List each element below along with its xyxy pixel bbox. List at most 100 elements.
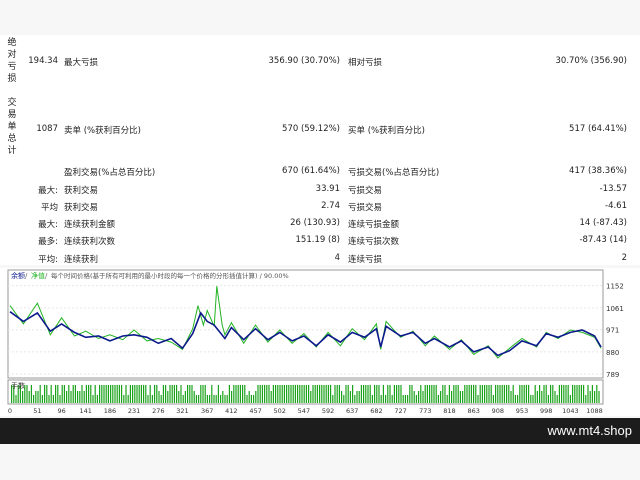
volume-bar bbox=[134, 385, 136, 403]
x-tick-label: 998 bbox=[540, 407, 552, 415]
volume-bar bbox=[270, 391, 272, 403]
volume-bar bbox=[195, 395, 197, 403]
volume-bar bbox=[178, 391, 180, 403]
section-char: 损 bbox=[7, 74, 17, 84]
volume-bar bbox=[459, 391, 461, 403]
volume-bar bbox=[180, 385, 182, 403]
volume-bar bbox=[356, 391, 358, 403]
volume-bar bbox=[90, 385, 92, 403]
volume-bar bbox=[290, 385, 292, 403]
volume-bar bbox=[173, 385, 175, 403]
volume-bar bbox=[552, 385, 554, 403]
volume-bar bbox=[118, 385, 120, 403]
row-label-average-profit: 获利交易 bbox=[64, 203, 99, 213]
row-label-max-drawdown: 最大亏损 bbox=[64, 58, 99, 68]
volume-bar bbox=[55, 385, 57, 403]
volume-bar bbox=[596, 385, 598, 403]
row-label-short-positions: 卖单 (%获利百分比) bbox=[64, 126, 141, 136]
volume-label: 手数 bbox=[11, 381, 25, 390]
volume-bar bbox=[565, 385, 567, 403]
volume-bar bbox=[246, 395, 248, 403]
volume-bar bbox=[556, 395, 558, 403]
volume-bar bbox=[121, 385, 123, 403]
volume-bar bbox=[206, 395, 208, 403]
volume-bar bbox=[264, 385, 266, 403]
row-value-loss-trades: 417 (38.36%) bbox=[569, 166, 627, 176]
volume-bar bbox=[371, 395, 373, 403]
volume-bar bbox=[46, 385, 48, 403]
volume-bar bbox=[561, 385, 563, 403]
volume-bar bbox=[136, 385, 138, 403]
volume-bar bbox=[226, 395, 228, 403]
volume-bar bbox=[358, 391, 360, 403]
volume-bar bbox=[431, 385, 433, 403]
row-prefix: 最大: bbox=[38, 220, 58, 230]
legend-equity: 净值 bbox=[31, 271, 45, 280]
volume-bar bbox=[77, 391, 79, 403]
row-value-average-profit: 2.74 bbox=[321, 201, 340, 211]
volume-bar bbox=[499, 385, 501, 403]
volume-bar bbox=[541, 391, 543, 403]
volume-bar bbox=[33, 395, 35, 403]
y-tick-label: 880 bbox=[606, 349, 619, 357]
volume-bar bbox=[488, 385, 490, 403]
volume-bar bbox=[365, 385, 367, 403]
volume-bar bbox=[70, 391, 72, 403]
volume-bar bbox=[138, 385, 140, 403]
row-label-max-consecutive-losses: 连续亏损次数 bbox=[348, 237, 400, 247]
volume-bar bbox=[517, 395, 519, 403]
volume-bar bbox=[486, 385, 488, 403]
volume-bar bbox=[319, 385, 321, 403]
volume-bar bbox=[145, 385, 147, 403]
volume-bar bbox=[22, 391, 24, 403]
volume-bar bbox=[451, 391, 453, 403]
volume-bar bbox=[107, 385, 109, 403]
row-label-relative-drawdown: 相对亏损 bbox=[348, 58, 383, 68]
volume-bar bbox=[165, 385, 167, 403]
row-value-max-consecutive-wins: 151.19 (8) bbox=[295, 235, 340, 245]
volume-bar bbox=[154, 385, 156, 403]
volume-bar bbox=[378, 385, 380, 403]
volume-bar bbox=[429, 385, 431, 403]
volume-bar bbox=[385, 395, 387, 403]
volume-bar bbox=[497, 385, 499, 403]
x-tick-label: 96 bbox=[57, 407, 65, 415]
volume-bar bbox=[352, 385, 354, 403]
volume-bar bbox=[475, 385, 477, 403]
volume-bar bbox=[187, 385, 189, 403]
volume-bar bbox=[574, 385, 576, 403]
volume-bar bbox=[204, 385, 206, 403]
volume-bar bbox=[158, 391, 160, 403]
volume-bar bbox=[598, 391, 600, 403]
volume-bar bbox=[382, 385, 384, 403]
volume-bar bbox=[50, 385, 52, 403]
balance-chart: 余额 / 净值 / 每个时间价格(基于所有可利用的最小时段的每一个价格的分形插值… bbox=[7, 269, 624, 415]
volume-bar bbox=[312, 385, 314, 403]
volume-bar bbox=[129, 385, 131, 403]
volume-bar bbox=[116, 385, 118, 403]
row-value-max-consecutive-loss: 14 (-87.43) bbox=[579, 218, 627, 228]
volume-bar bbox=[316, 385, 318, 403]
volume-bar bbox=[127, 395, 129, 403]
volume-bar bbox=[217, 385, 219, 403]
volume-bar bbox=[275, 385, 277, 403]
volume-bar bbox=[532, 395, 534, 403]
volume-bar bbox=[193, 391, 195, 403]
volume-bar bbox=[176, 385, 178, 403]
row-label-profit-trades: 盈利交易(%占总百分比) bbox=[64, 168, 156, 178]
volume-bar bbox=[455, 385, 457, 403]
volume-bar bbox=[374, 385, 376, 403]
row-label-max-consecutive-loss: 连续亏损金额 bbox=[348, 220, 400, 230]
volume-bar bbox=[231, 391, 233, 403]
volume-bar bbox=[323, 385, 325, 403]
volume-bar bbox=[330, 385, 332, 403]
volume-bar bbox=[422, 391, 424, 403]
x-tick-label: 727 bbox=[394, 407, 406, 415]
volume-bar bbox=[587, 385, 589, 403]
volume-bar bbox=[213, 395, 215, 403]
volume-bar bbox=[594, 391, 596, 403]
volume-bar bbox=[558, 385, 560, 403]
volume-bar bbox=[321, 385, 323, 403]
row-value-total-trades: 1087 bbox=[36, 124, 58, 134]
volume-bar bbox=[244, 385, 246, 403]
